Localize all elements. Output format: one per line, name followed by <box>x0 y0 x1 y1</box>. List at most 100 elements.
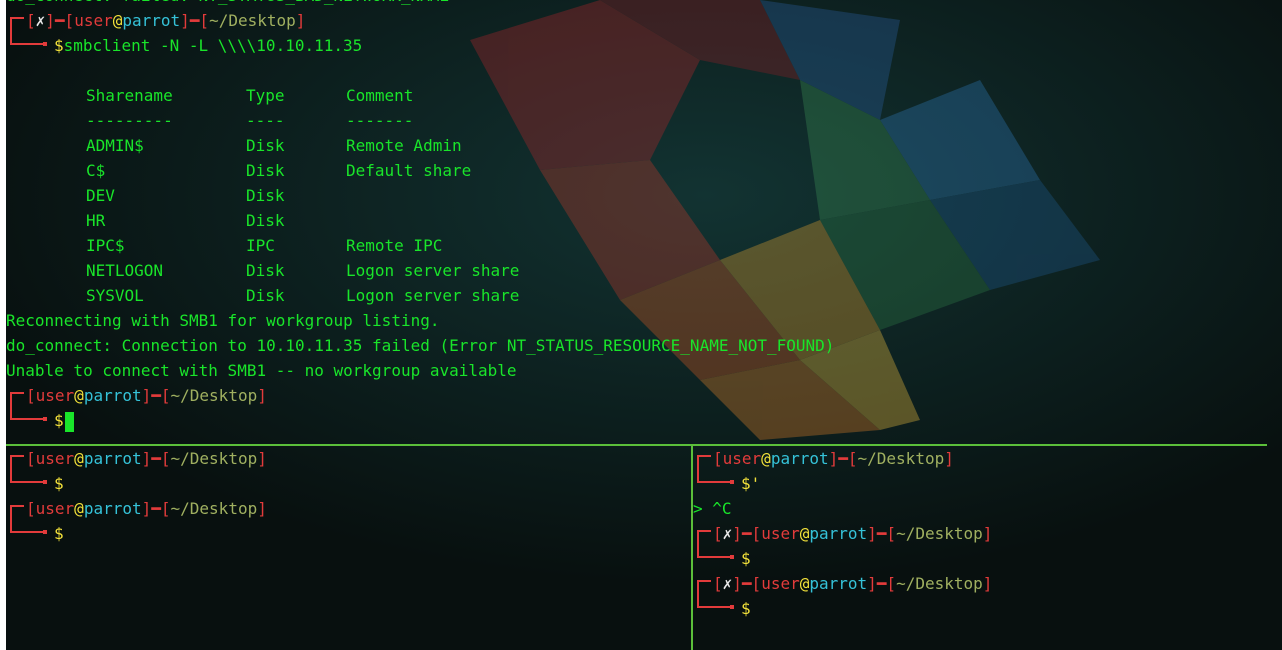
prompt-at: @ <box>74 449 84 468</box>
command-line: $ <box>6 459 691 496</box>
command-line[interactable]: $ <box>6 509 691 546</box>
prompt-host: parrot <box>809 524 868 543</box>
prompt-path: ~/Desktop <box>896 574 983 593</box>
terminal-pane-bottom-left[interactable]: [user@parrot]━[~/Desktop] $ [user@parrot… <box>6 446 691 650</box>
separator: ------- <box>346 111 414 130</box>
output-line: Reconnecting with SMB1 for workgroup lis… <box>6 311 440 330</box>
prompt-line: [user@parrot]━[~/Desktop] <box>6 383 1267 409</box>
separator: ---- <box>246 111 285 130</box>
prompt-symbol: $ <box>741 549 751 568</box>
prompt-path: ~/Desktop <box>170 386 258 405</box>
prompt-path: ~/Desktop <box>170 449 258 468</box>
share-row: ADMIN$ Disk Remote Admin <box>6 133 1267 158</box>
interrupt-line: > ^C <box>693 499 732 518</box>
share-comment: Default share <box>346 161 472 180</box>
prompt-arrow <box>693 584 741 621</box>
prompt-line: [user@parrot]━[~/Desktop] <box>693 446 1282 472</box>
prompt-at: @ <box>74 499 84 518</box>
prompt-line: [✗]━[user@parrot]━[~/Desktop] <box>693 521 1282 547</box>
prompt-symbol: $ <box>54 36 64 55</box>
prompt-host: parrot <box>83 499 142 518</box>
prompt-line: [✗]━[user@parrot]━[~/Desktop] <box>6 8 1267 34</box>
output-line: do_connect: failed: NT_STATUS_BAD_NETWOR… <box>6 0 1267 8</box>
share-row: C$ Disk Default share <box>6 158 1267 183</box>
error-mark: ✗ <box>35 11 46 30</box>
prompt-arrow <box>693 459 741 496</box>
share-name: HR <box>86 211 106 230</box>
share-type: Disk <box>246 161 285 180</box>
command-text: ' <box>750 474 761 493</box>
share-name: SYSVOL <box>86 286 144 305</box>
terminal-pane-bottom-right[interactable]: [user@parrot]━[~/Desktop] $' > ^C [✗]━[u… <box>693 446 1282 650</box>
share-row: HR Disk <box>6 208 1267 233</box>
prompt-user: user <box>35 449 75 468</box>
prompt-corner <box>693 521 713 547</box>
prompt-host: parrot <box>770 449 829 468</box>
command-line: $' <box>693 459 1282 496</box>
prompt-line: [user@parrot]━[~/Desktop] <box>6 446 691 472</box>
share-name: C$ <box>86 161 106 180</box>
command-text: smbclient -N -L \\\\10.10.11.35 <box>63 36 363 55</box>
share-comment: Remote Admin <box>346 136 462 155</box>
prompt-path: ~/Desktop <box>170 499 258 518</box>
prompt-path: ~/Desktop <box>896 524 983 543</box>
share-comment: Logon server share <box>346 261 520 280</box>
terminal-window: do_connect: failed: NT_STATUS_BAD_NETWOR… <box>0 0 1282 650</box>
prompt-user: user <box>35 386 75 405</box>
prompt-corner <box>693 571 713 597</box>
header-comment: Comment <box>346 86 414 105</box>
prompt-symbol: $ <box>54 411 64 430</box>
share-type: IPC <box>246 236 275 255</box>
prompt-arrow <box>6 396 54 433</box>
share-row: DEV Disk <box>6 183 1267 208</box>
prompt-at: @ <box>799 524 810 543</box>
prompt-corner <box>6 8 26 34</box>
prompt-line: [user@parrot]━[~/Desktop] <box>6 496 691 522</box>
share-name: DEV <box>86 186 115 205</box>
prompt-corner <box>6 383 26 409</box>
prompt-user: user <box>761 574 800 593</box>
command-line: $smbclient -N -L \\\\10.10.11.35 <box>6 21 1267 58</box>
command-line[interactable]: $ <box>6 396 1267 433</box>
prompt-arrow <box>6 21 54 58</box>
prompt-symbol: $ <box>54 474 64 493</box>
prompt-corner <box>6 446 26 472</box>
command-line: $ <box>693 534 1282 571</box>
share-name: ADMIN$ <box>86 136 144 155</box>
prompt-corner <box>6 496 26 522</box>
prompt-user: user <box>722 449 762 468</box>
header-type: Type <box>246 86 285 105</box>
prompt-symbol: $ <box>54 524 64 543</box>
prompt-at: @ <box>112 11 123 30</box>
prompt-path: ~/Desktop <box>209 11 296 30</box>
prompt-arrow <box>693 534 741 571</box>
prompt-user: user <box>35 499 75 518</box>
share-type: Disk <box>246 286 285 305</box>
output-line: do_connect: Connection to 10.10.11.35 fa… <box>6 336 835 355</box>
separator: --------- <box>86 111 173 130</box>
text-cursor <box>64 411 74 432</box>
share-type: Disk <box>246 136 285 155</box>
share-type: Disk <box>246 186 285 205</box>
share-comment: Logon server share <box>346 286 520 305</box>
share-type: Disk <box>246 261 285 280</box>
error-mark: ✗ <box>722 574 733 593</box>
prompt-arrow <box>6 459 54 496</box>
share-name: NETLOGON <box>86 261 164 280</box>
prompt-host: parrot <box>83 386 142 405</box>
terminal-pane-top[interactable]: do_connect: failed: NT_STATUS_BAD_NETWOR… <box>6 0 1267 443</box>
prompt-user: user <box>761 524 800 543</box>
prompt-at: @ <box>799 574 810 593</box>
share-row: SYSVOL Disk Logon server share <box>6 283 1267 308</box>
prompt-line: [✗]━[user@parrot]━[~/Desktop] <box>693 571 1282 597</box>
table-header: Sharename Type Comment <box>6 83 1267 108</box>
prompt-corner <box>693 446 713 472</box>
command-line[interactable]: $ <box>693 584 1282 621</box>
prompt-symbol: $ <box>741 474 751 493</box>
share-row: NETLOGON Disk Logon server share <box>6 258 1267 283</box>
prompt-user: user <box>74 11 113 30</box>
prompt-arrow <box>6 509 54 546</box>
share-comment: Remote IPC <box>346 236 443 255</box>
prompt-path: ~/Desktop <box>857 449 945 468</box>
table-separator: --------- ---- ------- <box>6 108 1267 133</box>
